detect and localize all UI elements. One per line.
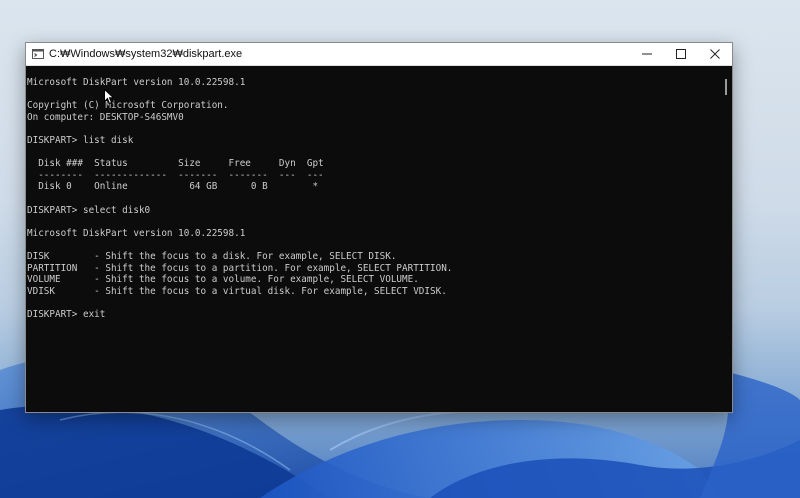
window-controls <box>630 43 732 65</box>
console-line: -------- ------------- ------- ------- -… <box>27 169 324 181</box>
console-line: DISKPART> select disk0 <box>27 204 151 216</box>
console-line: DISKPART> list disk <box>27 134 134 146</box>
vertical-scrollbar[interactable] <box>720 66 732 412</box>
console-line: Copyright (C) Microsoft Corporation. <box>27 100 229 112</box>
maximize-icon <box>676 49 686 59</box>
scrollbar-thumb[interactable] <box>725 79 727 95</box>
console-output[interactable]: Microsoft DiskPart version 10.0.22598.1 C… <box>26 66 732 412</box>
console-line: DISKPART> exit <box>27 308 106 320</box>
diskpart-window[interactable]: C:₩Windows₩system32₩diskpart.exe Microso… <box>25 42 733 413</box>
console-line: Disk ### Status Size Free Dyn Gpt <box>27 158 324 170</box>
console-line: PARTITION - Shift the focus to a partiti… <box>27 262 453 274</box>
console-text: Microsoft DiskPart version 10.0.22598.1 C… <box>27 77 452 320</box>
minimize-button[interactable] <box>630 43 664 65</box>
window-title: C:₩Windows₩system32₩diskpart.exe <box>49 48 243 60</box>
console-line: VOLUME - Shift the focus to a volume. Fo… <box>27 274 419 286</box>
console-line: DISK - Shift the focus to a disk. For ex… <box>27 250 397 262</box>
maximize-button[interactable] <box>664 43 698 65</box>
console-icon <box>32 49 44 59</box>
console-line: VDISK - Shift the focus to a virtual dis… <box>27 285 447 297</box>
console-line: On computer: DESKTOP-S46SMV0 <box>27 111 184 123</box>
close-icon <box>710 49 720 59</box>
desktop: C:₩Windows₩system32₩diskpart.exe Microso… <box>0 0 800 498</box>
close-button[interactable] <box>698 43 732 65</box>
console-line: Microsoft DiskPart version 10.0.22598.1 <box>27 77 246 88</box>
title-bar[interactable]: C:₩Windows₩system32₩diskpart.exe <box>26 43 732 66</box>
console-line: Disk 0 Online 64 GB 0 B * <box>27 181 319 193</box>
console-line: Microsoft DiskPart version 10.0.22598.1 <box>27 227 246 239</box>
minimize-icon <box>642 53 652 55</box>
